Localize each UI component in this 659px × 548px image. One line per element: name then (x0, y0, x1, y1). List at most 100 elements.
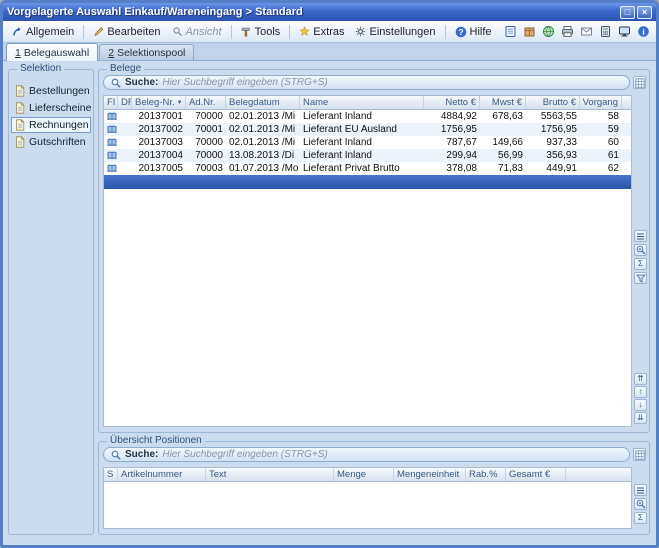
selektion-item-label: Bestellungen (29, 85, 90, 97)
menu-item-hilfe[interactable]: ?Hilfe (450, 24, 497, 40)
belege-table[interactable]: FIDRBeleg-Nr.▼Ad.Nr. BelegdatumNameNetto … (103, 95, 632, 427)
belege-column-ad-nr[interactable]: Ad.Nr. (186, 96, 226, 109)
globe-icon (542, 25, 555, 38)
cell: 149,66 (480, 136, 526, 149)
belege-scroll-down-button[interactable]: ↓ (634, 399, 647, 411)
column-label: Mengeneinheit (397, 469, 459, 480)
belege-layout-button[interactable] (633, 76, 646, 89)
belege-column-fi[interactable]: FI (104, 96, 118, 109)
settings-icon (355, 26, 366, 37)
selektion-item-rechnungen[interactable]: Rechnungen (11, 117, 91, 133)
svg-text:?: ? (458, 27, 463, 37)
positionen-zoom-in-button[interactable] (634, 498, 647, 510)
belege-row-2[interactable]: 201370027000102.01.2013 /MiLieferant EU … (104, 123, 631, 136)
toolbar-info-button[interactable]: i (635, 23, 652, 40)
package-icon (523, 25, 536, 38)
menubar-separator (445, 25, 446, 39)
belege-column-name[interactable]: Name (300, 96, 424, 109)
belege-group: Belege Suche: Hier Suchbegriff eingeben … (98, 69, 650, 433)
positionen-group-label: Übersicht Positionen (107, 435, 205, 447)
toolbar-calculator-button[interactable] (597, 23, 614, 40)
toolbar-printer-button[interactable] (559, 23, 576, 40)
selektion-item-lieferscheine[interactable]: Lieferscheine (11, 100, 91, 116)
belege-column-mwst[interactable]: Mwst € (480, 96, 526, 109)
cell: 356,93 (526, 149, 580, 162)
positionen-search-input[interactable]: Suche: Hier Suchbegriff eingeben (STRG+S… (103, 447, 630, 462)
menu-item-label: Extras (313, 26, 344, 38)
belege-row-5[interactable]: 201370057000301.07.2013 /MoLieferant Pri… (104, 162, 631, 175)
menu-item-bearbeiten[interactable]: Bearbeiten (88, 24, 165, 40)
belege-zoom-in-button[interactable] (634, 244, 647, 256)
close-button[interactable]: × (637, 6, 652, 19)
cell: 02.01.2013 /Mi (226, 123, 300, 136)
belege-column-brutto[interactable]: Brutto € (526, 96, 580, 109)
belege-column-vorgang[interactable]: Vorgang (580, 96, 622, 109)
cell: Lieferant Inland (300, 110, 424, 123)
tab-selektionspool[interactable]: 2Selektionspool (99, 44, 194, 60)
belege-scroll-bottom-button[interactable]: ⇊ (634, 412, 647, 424)
titlebar[interactable]: Vorgelagerte Auswahl Einkauf/Wareneingan… (3, 3, 656, 21)
cell: 02.01.2013 /Mi (226, 110, 300, 123)
belege-search-input[interactable]: Suche: Hier Suchbegriff eingeben (STRG+S… (103, 75, 630, 90)
book-icon (107, 125, 117, 134)
positionen-column-s[interactable]: S (104, 468, 118, 481)
cell (104, 149, 118, 162)
menu-item-einstellungen[interactable]: Einstellungen (350, 24, 440, 40)
belege-column-dr[interactable]: DR (118, 96, 132, 109)
cell: 20137002 (132, 123, 186, 136)
column-label: Artikelnummer (121, 469, 182, 480)
positionen-column-mengeneinheit[interactable]: Mengeneinheit (394, 468, 466, 481)
toolbar-package-button[interactable] (521, 23, 538, 40)
sum-icon: Σ (638, 260, 643, 268)
positionen-layout-button[interactable] (633, 448, 646, 461)
positionen-table[interactable]: SArtikelnummer TextMengeMengeneinheit Rab.… (103, 467, 632, 529)
toolbar-monitor-button[interactable] (616, 23, 633, 40)
positionen-column-text[interactable]: Text (206, 468, 334, 481)
belege-selected-row[interactable] (104, 175, 631, 189)
menu-item-tools[interactable]: Tools (236, 24, 286, 40)
menubar-separator (289, 25, 290, 39)
menu-item-ansicht[interactable]: Ansicht (167, 24, 227, 40)
cell: 60 (580, 136, 622, 149)
belege-scroll-top-button[interactable]: ⇈ (634, 373, 647, 385)
column-label: Ad.Nr. (189, 97, 215, 108)
belege-scroll-up-button[interactable]: ↑ (634, 386, 647, 398)
belege-filter-button[interactable] (634, 272, 647, 284)
menu-item-allgemein[interactable]: Allgemein (7, 24, 79, 40)
positionen-column-gesamt[interactable]: Gesamt € (506, 468, 566, 481)
toolbar-globe-button[interactable] (540, 23, 557, 40)
cell: 70003 (186, 162, 226, 175)
belege-sum-button[interactable]: Σ (634, 258, 647, 270)
cell: 13.08.2013 /Di (226, 149, 300, 162)
toolbar-mail-button[interactable] (578, 23, 595, 40)
content-panel: Selektion BestellungenLieferscheineRechn… (3, 61, 656, 545)
belege-list-button[interactable] (634, 230, 647, 242)
belege-column-belegdatum[interactable]: Belegdatum (226, 96, 300, 109)
menu-item-extras[interactable]: Extras (294, 24, 349, 40)
document-icon (15, 85, 25, 97)
positionen-list-button[interactable] (634, 484, 647, 496)
positionen-column-menge[interactable]: Menge (334, 468, 394, 481)
positionen-sum-button[interactable]: Σ (634, 512, 647, 524)
positionen-table-body (104, 482, 631, 528)
selektion-item-bestellungen[interactable]: Bestellungen (11, 83, 91, 99)
belege-column-netto[interactable]: Netto € (424, 96, 480, 109)
window-title: Vorgelagerte Auswahl Einkauf/Wareneingan… (7, 6, 620, 18)
document-icon (15, 136, 25, 148)
positionen-column-rab[interactable]: Rab.% (466, 468, 506, 481)
restore-button[interactable]: □ (620, 6, 635, 19)
cell: Lieferant Inland (300, 136, 424, 149)
toolbar-notebook-button[interactable] (502, 23, 519, 40)
positionen-column-artikelnummer[interactable]: Artikelnummer (118, 468, 206, 481)
calculator-icon (599, 25, 612, 38)
belege-column-beleg-nr[interactable]: Beleg-Nr.▼ (132, 96, 186, 109)
belege-row-3[interactable]: 201370037000002.01.2013 /MiLieferant Inl… (104, 136, 631, 149)
selektion-item-gutschriften[interactable]: Gutschriften (11, 134, 91, 150)
tab-belegauswahl[interactable]: 1Belegauswahl (6, 43, 98, 61)
cell: 1756,95 (526, 123, 580, 136)
menu-item-label: Bearbeiten (107, 26, 160, 38)
belege-row-1[interactable]: 201370017000002.01.2013 /MiLieferant Inl… (104, 110, 631, 123)
column-label: FI (107, 97, 115, 108)
positionen-column-filler (566, 468, 631, 481)
belege-row-4[interactable]: 201370047000013.08.2013 /DiLieferant Inl… (104, 149, 631, 162)
